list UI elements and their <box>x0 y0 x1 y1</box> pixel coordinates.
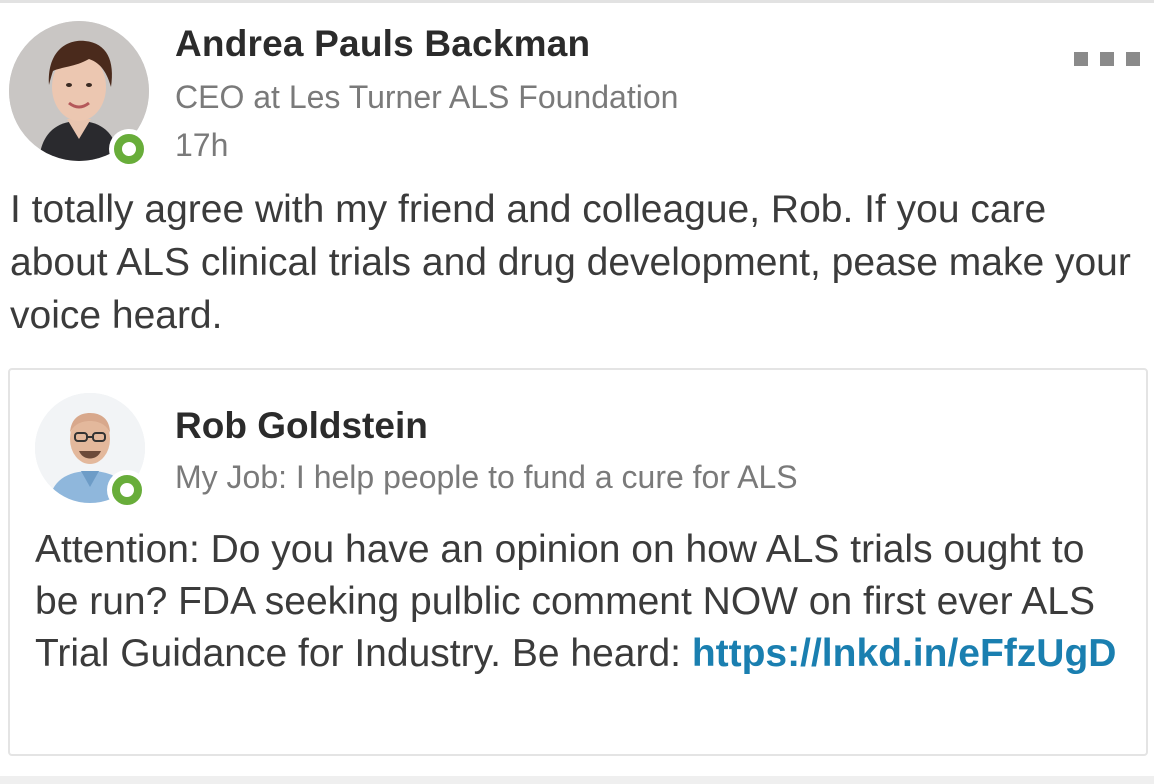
post-timestamp: 17h <box>175 127 229 163</box>
post-text: I totally agree with my friend and colle… <box>10 188 1131 337</box>
divider <box>0 776 1154 784</box>
online-status-icon <box>109 129 149 169</box>
more-options-icon <box>1074 52 1088 66</box>
more-options-icon <box>1100 52 1114 66</box>
shared-post-text: Attention: Do you have an opinion on how… <box>35 524 1125 680</box>
online-status-icon <box>107 470 147 510</box>
author-name[interactable]: Andrea Pauls Backman <box>175 23 590 65</box>
more-options-icon <box>1126 52 1140 66</box>
author-headline: CEO at Les Turner ALS Foundation <box>175 79 679 115</box>
more-options-button[interactable] <box>1074 51 1140 67</box>
shared-author-name[interactable]: Rob Goldstein <box>175 405 428 447</box>
feed-post: Andrea Pauls Backman CEO at Les Turner A… <box>0 0 1154 784</box>
shared-author-headline: My Job: I help people to fund a cure for… <box>175 459 798 495</box>
shared-post-link[interactable]: https://lnkd.in/eFfzUgD <box>692 632 1117 675</box>
